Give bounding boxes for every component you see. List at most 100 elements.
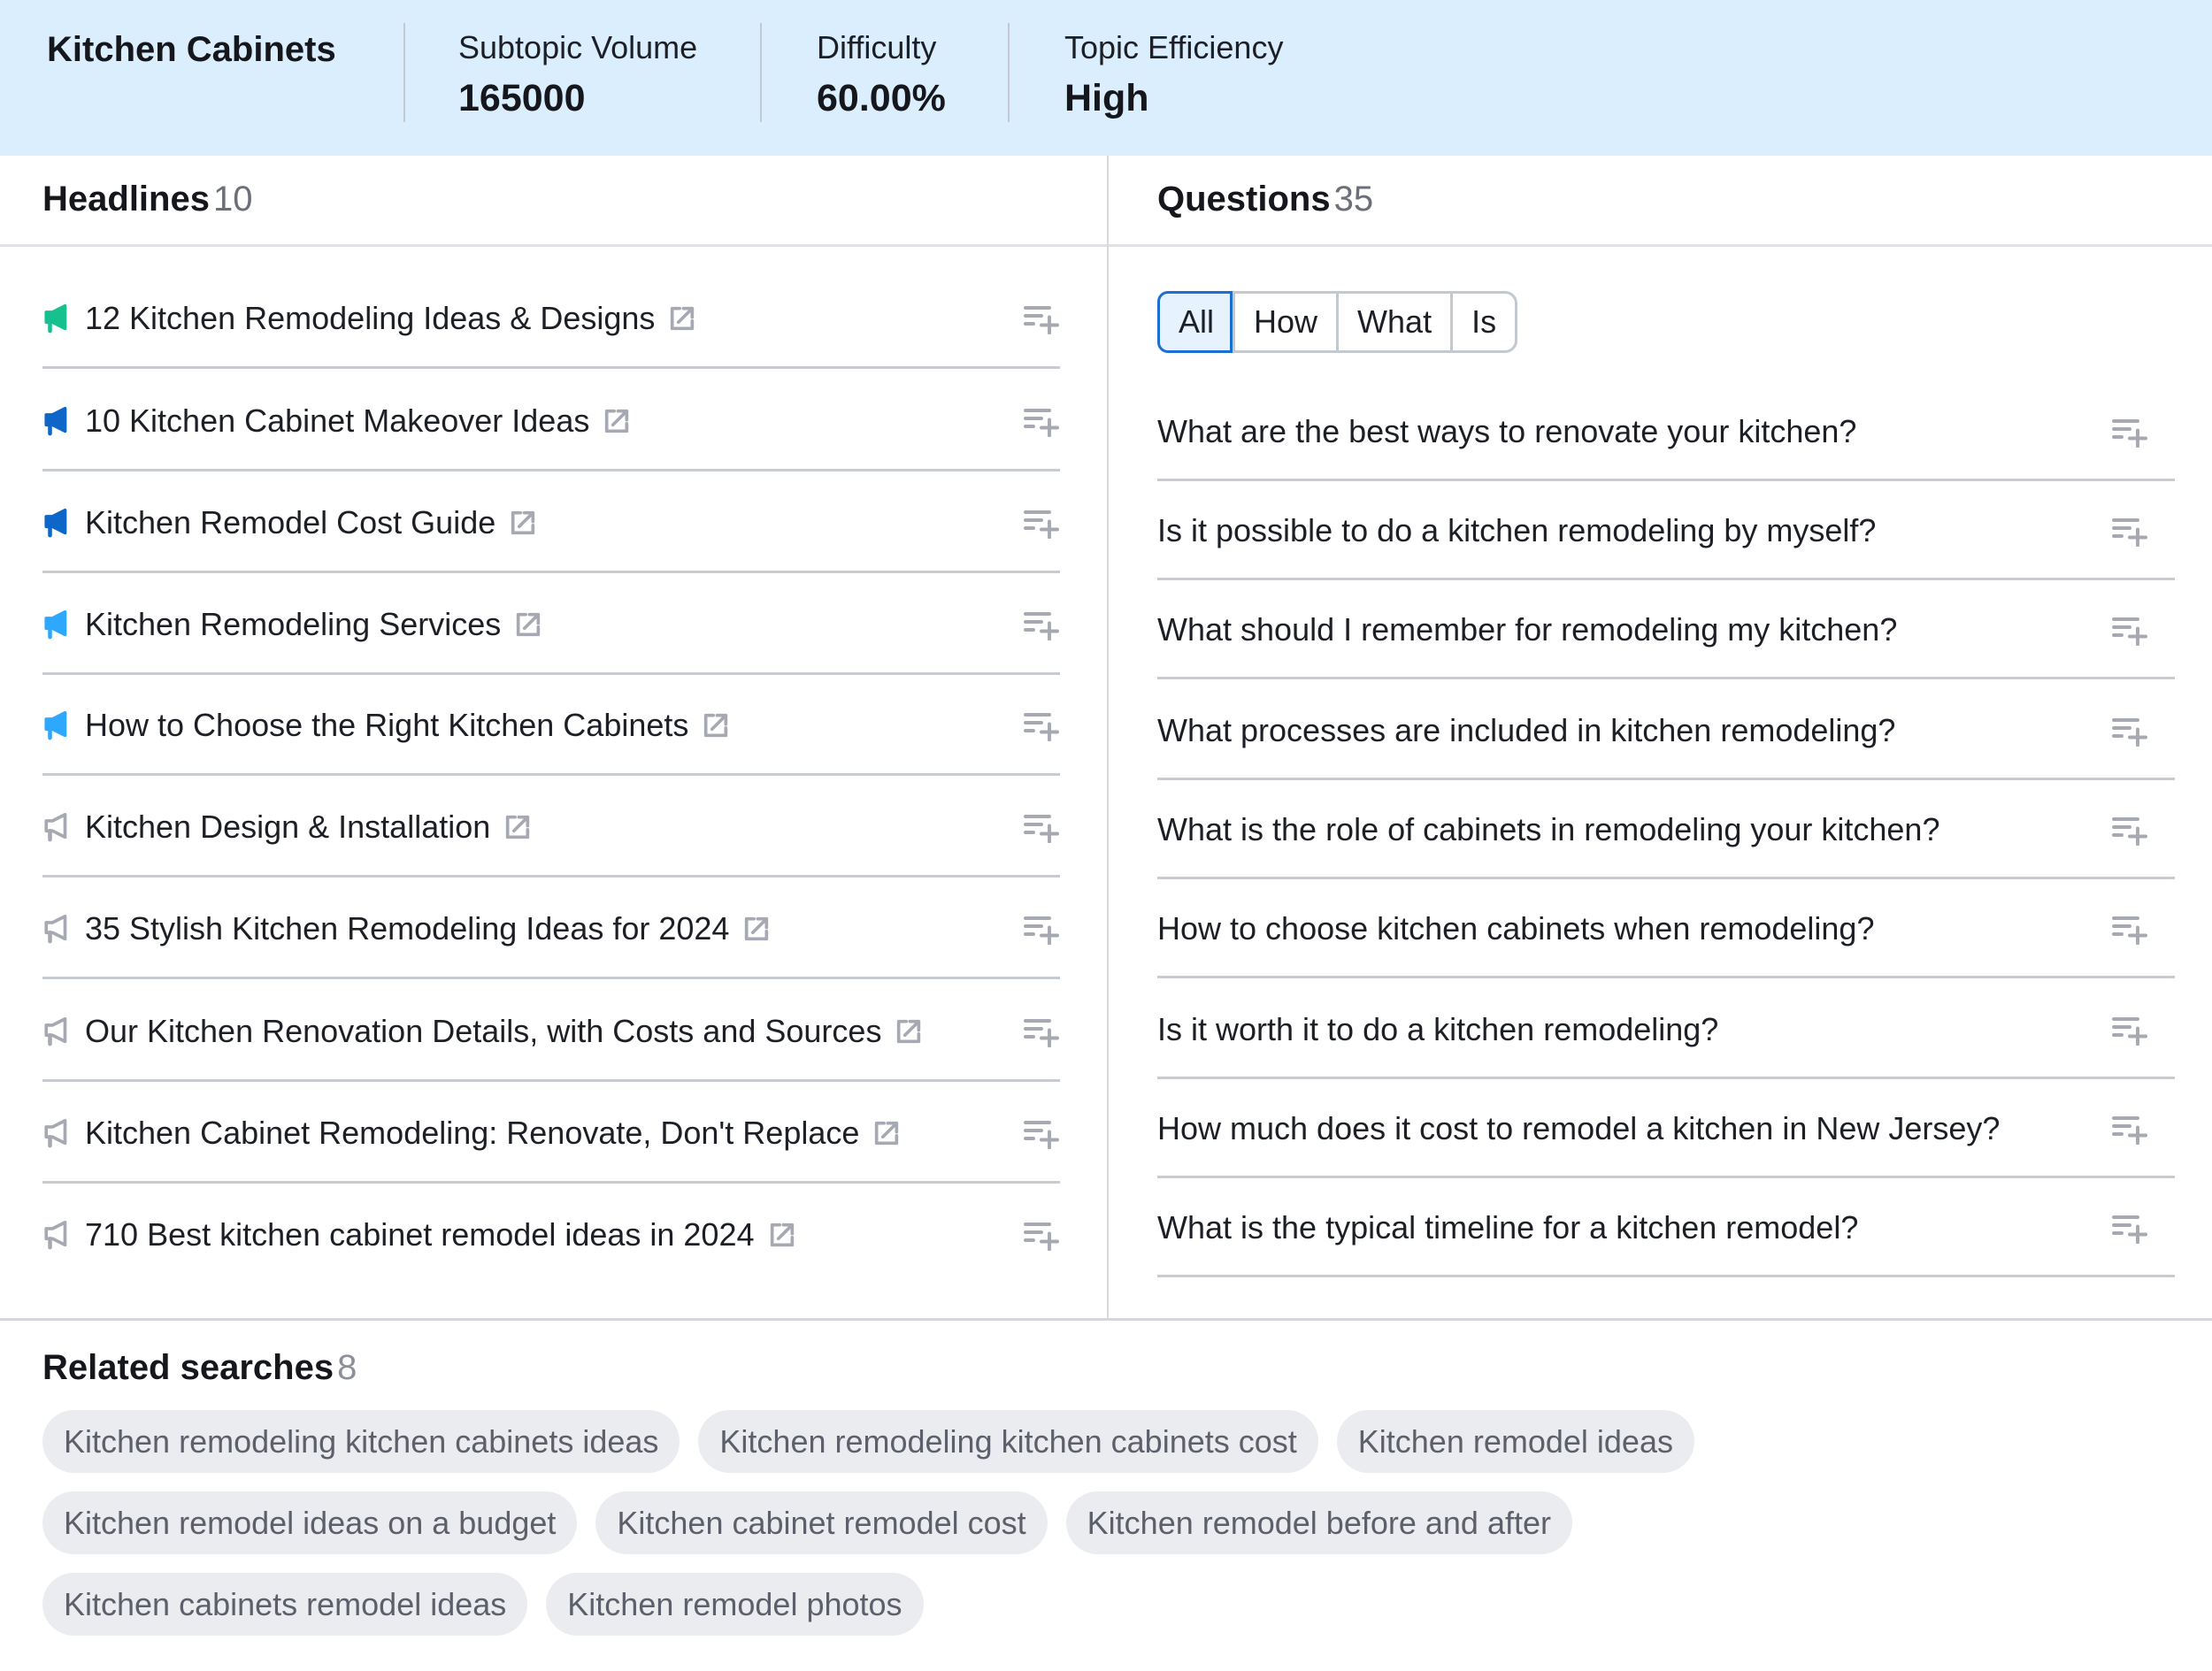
add-to-list-icon[interactable] (2111, 1014, 2148, 1046)
related-search-chip[interactable]: Kitchen cabinets remodel ideas (42, 1573, 528, 1636)
external-link-icon[interactable] (741, 914, 772, 944)
related-search-chip[interactable]: Kitchen remodeling kitchen cabinets idea… (42, 1410, 680, 1473)
filter-is[interactable]: Is (1450, 294, 1515, 350)
headline-row: 35 Stylish Kitchen Remodeling Ideas for … (42, 878, 1060, 979)
question-row: Is it possible to do a kitchen remodelin… (1157, 481, 2175, 580)
add-to-list-icon[interactable] (2111, 913, 2148, 945)
add-to-list-icon[interactable] (2111, 715, 2148, 747)
question-text[interactable]: What should I remember for remodeling my… (1157, 611, 1897, 648)
add-to-list-icon[interactable] (2111, 1113, 2148, 1145)
megaphone-icon (42, 303, 73, 334)
filter-all[interactable]: All (1157, 291, 1233, 353)
metric-label: Subtopic Volume (458, 29, 698, 65)
question-text[interactable]: How much does it cost to remodel a kitch… (1157, 1110, 2000, 1147)
add-to-list-icon[interactable] (2111, 814, 2148, 846)
megaphone-icon (42, 811, 73, 843)
questions-count: 35 (1333, 180, 1374, 218)
header-divider (760, 23, 762, 122)
header-divider (1008, 23, 1010, 122)
external-link-icon[interactable] (513, 609, 543, 640)
question-text[interactable]: How to choose kitchen cabinets when remo… (1157, 910, 1874, 947)
question-text[interactable]: Is it worth it to do a kitchen remodelin… (1157, 1011, 1718, 1048)
add-to-list-icon[interactable] (1023, 405, 1060, 437)
related-search-chip[interactable]: Kitchen remodeling kitchen cabinets cost (698, 1410, 1318, 1473)
headline-row: How to Choose the Right Kitchen Cabinets (42, 674, 1060, 776)
related-search-chip[interactable]: Kitchen remodel photos (546, 1573, 924, 1636)
headline-text[interactable]: 10 Kitchen Cabinet Makeover Ideas (85, 402, 589, 440)
add-to-list-icon[interactable] (1023, 1219, 1060, 1251)
add-to-list-icon[interactable] (1023, 913, 1060, 945)
add-to-list-icon[interactable] (2111, 1212, 2148, 1244)
headline-text[interactable]: 12 Kitchen Remodeling Ideas & Designs (85, 300, 655, 337)
panel-divider (1107, 156, 1109, 1320)
headline-row: Kitchen Cabinet Remodeling: Renovate, Do… (42, 1082, 1060, 1184)
section-header-divider (0, 244, 2212, 247)
add-to-list-icon[interactable] (1023, 709, 1060, 741)
megaphone-icon (42, 1016, 73, 1047)
question-row: How to choose kitchen cabinets when remo… (1157, 879, 2175, 978)
add-to-list-icon[interactable] (1023, 1016, 1060, 1047)
headline-text[interactable]: Our Kitchen Renovation Details, with Cos… (85, 1013, 881, 1050)
row-divider (1157, 1275, 2175, 1277)
external-link-icon[interactable] (602, 406, 632, 436)
headline-text[interactable]: Kitchen Remodel Cost Guide (85, 504, 495, 541)
headline-text[interactable]: Kitchen Design & Installation (85, 809, 490, 846)
related-search-chip[interactable]: Kitchen cabinet remodel cost (595, 1491, 1048, 1554)
megaphone-icon (42, 1219, 73, 1251)
headline-row: Our Kitchen Renovation Details, with Cos… (42, 980, 1060, 1082)
filter-how[interactable]: How (1233, 294, 1336, 350)
related-search-chip[interactable]: Kitchen remodel ideas (1336, 1410, 1694, 1473)
megaphone-icon (42, 507, 73, 539)
headline-text[interactable]: How to Choose the Right Kitchen Cabinets (85, 707, 688, 744)
question-text[interactable]: What are the best ways to renovate your … (1157, 413, 1856, 450)
header-divider (403, 23, 405, 122)
add-to-list-icon[interactable] (2111, 614, 2148, 646)
external-link-icon[interactable] (667, 303, 697, 333)
external-link-icon[interactable] (894, 1016, 924, 1046)
metric-value: 60.00% (817, 77, 946, 119)
megaphone-icon (42, 1117, 73, 1149)
add-to-list-icon[interactable] (1023, 303, 1060, 334)
headline-row: 12 Kitchen Remodeling Ideas & Designs (42, 267, 1060, 369)
question-row: How much does it cost to remodel a kitch… (1157, 1079, 2175, 1178)
external-link-icon[interactable] (701, 710, 731, 740)
related-search-chip[interactable]: Kitchen remodel before and after (1065, 1491, 1572, 1554)
related-searches: Kitchen remodeling kitchen cabinets idea… (42, 1410, 2166, 1654)
external-link-icon[interactable] (503, 812, 533, 842)
megaphone-icon (42, 709, 73, 741)
add-to-list-icon[interactable] (2111, 416, 2148, 448)
related-title: Related searches (42, 1348, 334, 1387)
metric-label: Topic Efficiency (1064, 29, 1284, 65)
question-row: What should I remember for remodeling my… (1157, 580, 2175, 679)
question-text[interactable]: What is the role of cabinets in remodeli… (1157, 811, 1939, 848)
add-to-list-icon[interactable] (1023, 609, 1060, 640)
topic-title: Kitchen Cabinets (47, 30, 336, 69)
headline-text[interactable]: Kitchen Remodeling Services (85, 606, 501, 643)
headline-row: 10 Kitchen Cabinet Makeover Ideas (42, 370, 1060, 471)
headline-text[interactable]: 710 Best kitchen cabinet remodel ideas i… (85, 1216, 755, 1253)
add-to-list-icon[interactable] (1023, 507, 1060, 539)
question-text[interactable]: What is the typical timeline for a kitch… (1157, 1209, 1858, 1246)
question-text[interactable]: What processes are included in kitchen r… (1157, 712, 1895, 749)
megaphone-icon (42, 913, 73, 945)
external-link-icon[interactable] (767, 1220, 797, 1250)
external-link-icon[interactable] (872, 1118, 902, 1148)
add-to-list-icon[interactable] (1023, 1117, 1060, 1149)
metric-topic-efficiency: Topic Efficiency High (1064, 28, 1283, 122)
megaphone-icon (42, 405, 73, 437)
question-text[interactable]: Is it possible to do a kitchen remodelin… (1157, 512, 1876, 549)
add-to-list-icon[interactable] (2111, 515, 2148, 547)
headlines-count: 10 (212, 180, 253, 218)
row-divider (42, 977, 1060, 979)
headline-text[interactable]: 35 Stylish Kitchen Remodeling Ideas for … (85, 910, 729, 947)
related-divider (0, 1318, 2212, 1321)
metric-subtopic-volume: Subtopic Volume 165000 (458, 28, 697, 122)
filter-what[interactable]: What (1336, 294, 1450, 350)
external-link-icon[interactable] (508, 508, 538, 538)
add-to-list-icon[interactable] (1023, 811, 1060, 843)
chip-row: Kitchen remodel ideas on a budget Kitchen… (42, 1491, 2166, 1554)
headlines-title: Headlines (42, 180, 210, 218)
row-divider (1157, 677, 2175, 679)
related-search-chip[interactable]: Kitchen remodel ideas on a budget (42, 1491, 578, 1554)
headline-text[interactable]: Kitchen Cabinet Remodeling: Renovate, Do… (85, 1115, 859, 1152)
